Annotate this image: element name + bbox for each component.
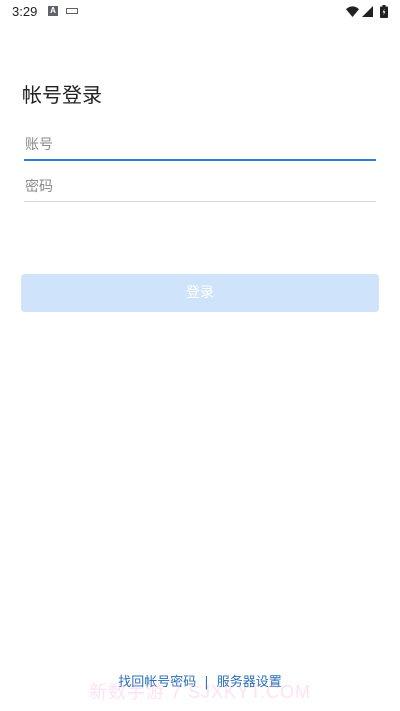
login-button[interactable]: 登录 xyxy=(21,274,379,312)
battery-icon xyxy=(380,5,388,18)
password-underline xyxy=(24,201,376,202)
server-settings-link[interactable]: 服务器设置 xyxy=(217,675,282,690)
footer-links: 找回帐号密码 | 服务器设置 xyxy=(0,671,400,690)
page-title: 帐号登录 xyxy=(22,83,102,107)
status-bar: 3:29 A xyxy=(0,0,400,24)
a-notification-icon: A xyxy=(48,6,58,16)
account-field xyxy=(24,133,376,161)
password-field xyxy=(24,175,376,202)
login-screen: 3:29 A 帐号登录 登录 找回帐号密码|服务器设置 新数手游 7 SJXKY… xyxy=(0,0,400,711)
account-input[interactable] xyxy=(24,133,376,159)
password-input[interactable] xyxy=(24,175,376,201)
wifi-icon xyxy=(346,6,359,17)
account-underline xyxy=(24,159,376,161)
status-time: 3:29 xyxy=(12,4,38,19)
signal-icon xyxy=(362,6,373,17)
recover-account-link[interactable]: 找回帐号密码 xyxy=(118,675,196,690)
footer-separator: | xyxy=(204,675,209,690)
keyboard-icon xyxy=(66,8,78,14)
